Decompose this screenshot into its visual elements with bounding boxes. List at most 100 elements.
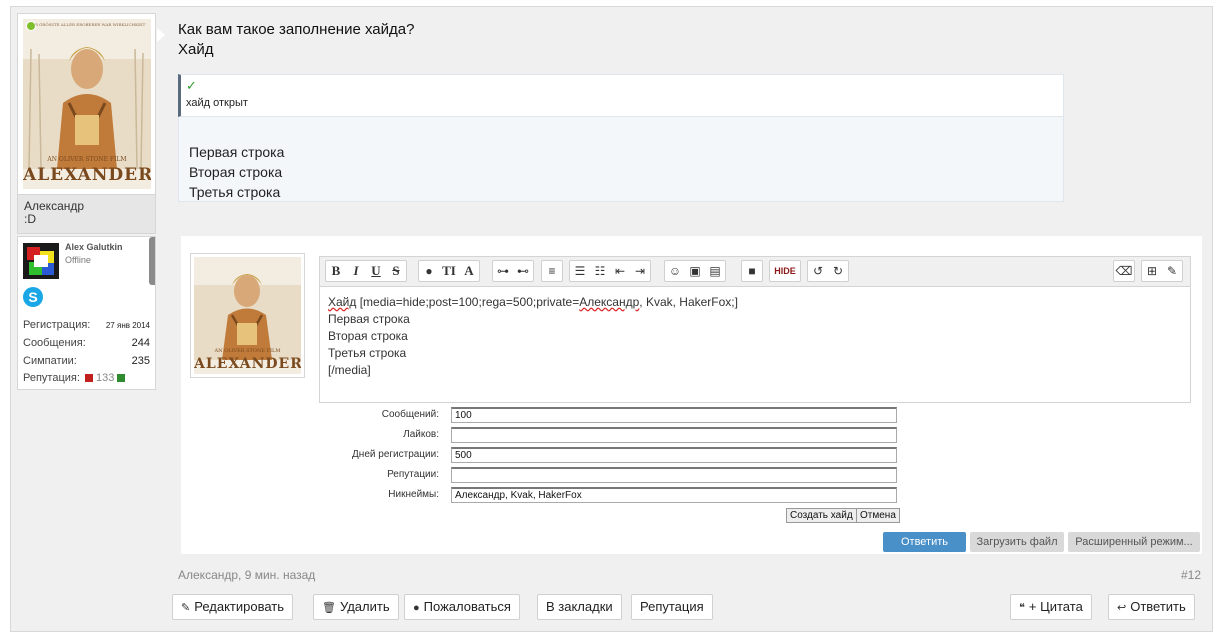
cancel-button[interactable]: Отмена: [856, 508, 900, 523]
image-icon[interactable]: ▣: [685, 261, 705, 281]
rep-minus-icon[interactable]: [84, 374, 93, 382]
editor-line: [/media]: [328, 363, 371, 377]
poster-title: ALEXANDER: [23, 165, 151, 185]
font-family-icon[interactable]: A: [459, 261, 479, 281]
indent-icon[interactable]: ⇥: [630, 261, 650, 281]
reply-arrow-icon: ↩: [1117, 602, 1127, 614]
toolbar-group-more: ⊞ ✎: [1141, 260, 1183, 282]
underline-icon[interactable]: U: [366, 261, 386, 281]
member-status: Offline: [65, 255, 91, 265]
reputation-required-input[interactable]: [451, 467, 897, 483]
member-card-avatar[interactable]: [23, 243, 59, 279]
alert-icon: ●: [413, 602, 420, 614]
field-label: Лайков:: [403, 429, 439, 440]
quote-icon: ❝: [1019, 602, 1025, 614]
nicknames-input[interactable]: [451, 487, 897, 503]
author-name[interactable]: Александр: [24, 200, 149, 213]
numbered-list-icon[interactable]: ☷: [590, 261, 610, 281]
save-draft-icon[interactable]: ■: [742, 261, 762, 281]
text-color-icon[interactable]: ●: [419, 261, 439, 281]
member-username[interactable]: Alex Galutkin: [65, 242, 123, 252]
reply-avatar: AN OLIVER STONE FILM ALEXANDER: [190, 253, 305, 378]
reply-avatar-image: AN OLIVER STONE FILM ALEXANDER: [194, 257, 301, 374]
toolbar-group-hide: HIDE: [769, 260, 801, 282]
align-icon[interactable]: ≡: [542, 261, 562, 281]
post-permalink[interactable]: #12: [1181, 568, 1201, 582]
rep-plus-icon[interactable]: [117, 374, 126, 382]
hide-line: Первая строка: [189, 144, 285, 160]
quote-button[interactable]: ❝ + Цитата: [1010, 594, 1092, 620]
quote-label: + Цитата: [1028, 599, 1083, 614]
hide-status: хайд открыт: [186, 97, 248, 109]
undo-icon[interactable]: ↺: [808, 261, 828, 281]
post-meta[interactable]: Александр, 9 мин. назад: [178, 568, 315, 582]
redo-icon[interactable]: ↻: [828, 261, 848, 281]
toolbar-group-link: ⊶ ⊷: [492, 260, 534, 282]
hide-button[interactable]: HIDE: [770, 261, 800, 281]
stat-value[interactable]: 244: [132, 337, 150, 349]
message-line: Хайд: [178, 41, 214, 58]
delete-button[interactable]: 🗑 Удалить: [313, 594, 399, 620]
delete-label: Удалить: [339, 599, 390, 614]
bullet-list-icon[interactable]: ☰: [570, 261, 590, 281]
poster-title: ALEXANDER: [194, 356, 301, 372]
advanced-mode-button[interactable]: Расширенный режим...: [1068, 532, 1200, 552]
trash-icon: 🗑: [322, 602, 336, 614]
toolbar-group-clear: ⌫: [1113, 260, 1135, 282]
upload-file-button[interactable]: Загрузить файл: [970, 532, 1064, 552]
field-row-reputation: Репутации:: [181, 467, 1202, 483]
reply-label: Ответить: [1130, 599, 1186, 614]
pencil-icon: ✎: [181, 602, 191, 614]
likes-required-input[interactable]: [451, 427, 897, 443]
message-editor[interactable]: Хайд [media=hide;post=100;rega=500;priva…: [319, 286, 1191, 403]
unlink-icon[interactable]: ⊷: [513, 261, 533, 281]
bookmark-button[interactable]: В закладки: [537, 594, 622, 620]
skype-icon[interactable]: S: [23, 287, 43, 307]
media-icon[interactable]: ▤: [705, 261, 725, 281]
stat-reputation: Репутация: 133: [23, 372, 150, 384]
create-hide-button[interactable]: Создать хайд: [786, 508, 857, 523]
smilie-icon[interactable]: ☺: [665, 261, 685, 281]
editor-text: [media=hide;post=100;rega=500;private=: [356, 295, 580, 309]
font-size-icon[interactable]: TI: [439, 261, 459, 281]
editor-spellcheck-word: Александр: [579, 295, 640, 309]
edit-button[interactable]: ✎ Редактировать: [172, 594, 294, 620]
poster-tagline: DER GRÖSSTE ALLER EROBERER WAR WIRKLICHK…: [28, 22, 146, 27]
field-row-days: Дней регистрации:: [181, 447, 1202, 463]
report-button[interactable]: ● Пожаловаться: [404, 594, 520, 620]
stat-likes: Симпатии: 235: [23, 355, 150, 367]
eraser-icon[interactable]: ⌫: [1114, 261, 1134, 281]
link-icon[interactable]: ⊶: [493, 261, 513, 281]
field-label: Никнеймы:: [388, 489, 439, 500]
stat-label: Регистрация:: [23, 319, 91, 331]
submit-reply-button[interactable]: Ответить: [883, 532, 966, 552]
outdent-icon[interactable]: ⇤: [610, 261, 630, 281]
stat-value: 133: [96, 372, 115, 384]
field-label: Сообщений:: [381, 409, 439, 420]
user-avatar[interactable]: DER GRÖSSTE ALLER EROBERER WAR WIRKLICHK…: [17, 13, 165, 194]
strikethrough-icon[interactable]: S: [386, 261, 406, 281]
card-scroll-handle[interactable]: [149, 237, 155, 285]
report-label: Пожаловаться: [423, 599, 511, 614]
stat-value: 235: [131, 355, 150, 367]
hide-block-content: Первая строка Вторая строка Третья строк…: [178, 117, 1064, 202]
check-icon: ✓: [186, 78, 197, 93]
wrench-icon[interactable]: ✎: [1162, 261, 1182, 281]
toolbar-group-history: ↺ ↻: [807, 260, 849, 282]
bold-icon[interactable]: B: [326, 261, 346, 281]
expand-icon[interactable]: ⊞: [1142, 261, 1162, 281]
avatar-image: DER GRÖSSTE ALLER EROBERER WAR WIRKLICHK…: [23, 19, 151, 189]
user-column: DER GRÖSSTE ALLER EROBERER WAR WIRKLICHK…: [17, 13, 165, 390]
editor-text: , Kvak, HakerFox;]: [639, 295, 738, 309]
reg-days-input[interactable]: [451, 447, 897, 463]
reply-button[interactable]: ↩ Ответить: [1108, 594, 1195, 620]
toolbar-group-align: ≡: [541, 260, 563, 282]
hide-line: Вторая строка: [189, 164, 283, 180]
messages-required-input[interactable]: [451, 407, 897, 423]
reputation-button[interactable]: Репутация: [631, 594, 713, 620]
toolbar-group-font: ● TI A: [418, 260, 480, 282]
hide-block-header: ✓ хайд открыт: [178, 74, 1064, 117]
italic-icon[interactable]: I: [346, 261, 366, 281]
field-row-messages: Сообщений:: [181, 407, 1202, 423]
field-row-nicknames: Никнеймы:: [181, 487, 1202, 503]
